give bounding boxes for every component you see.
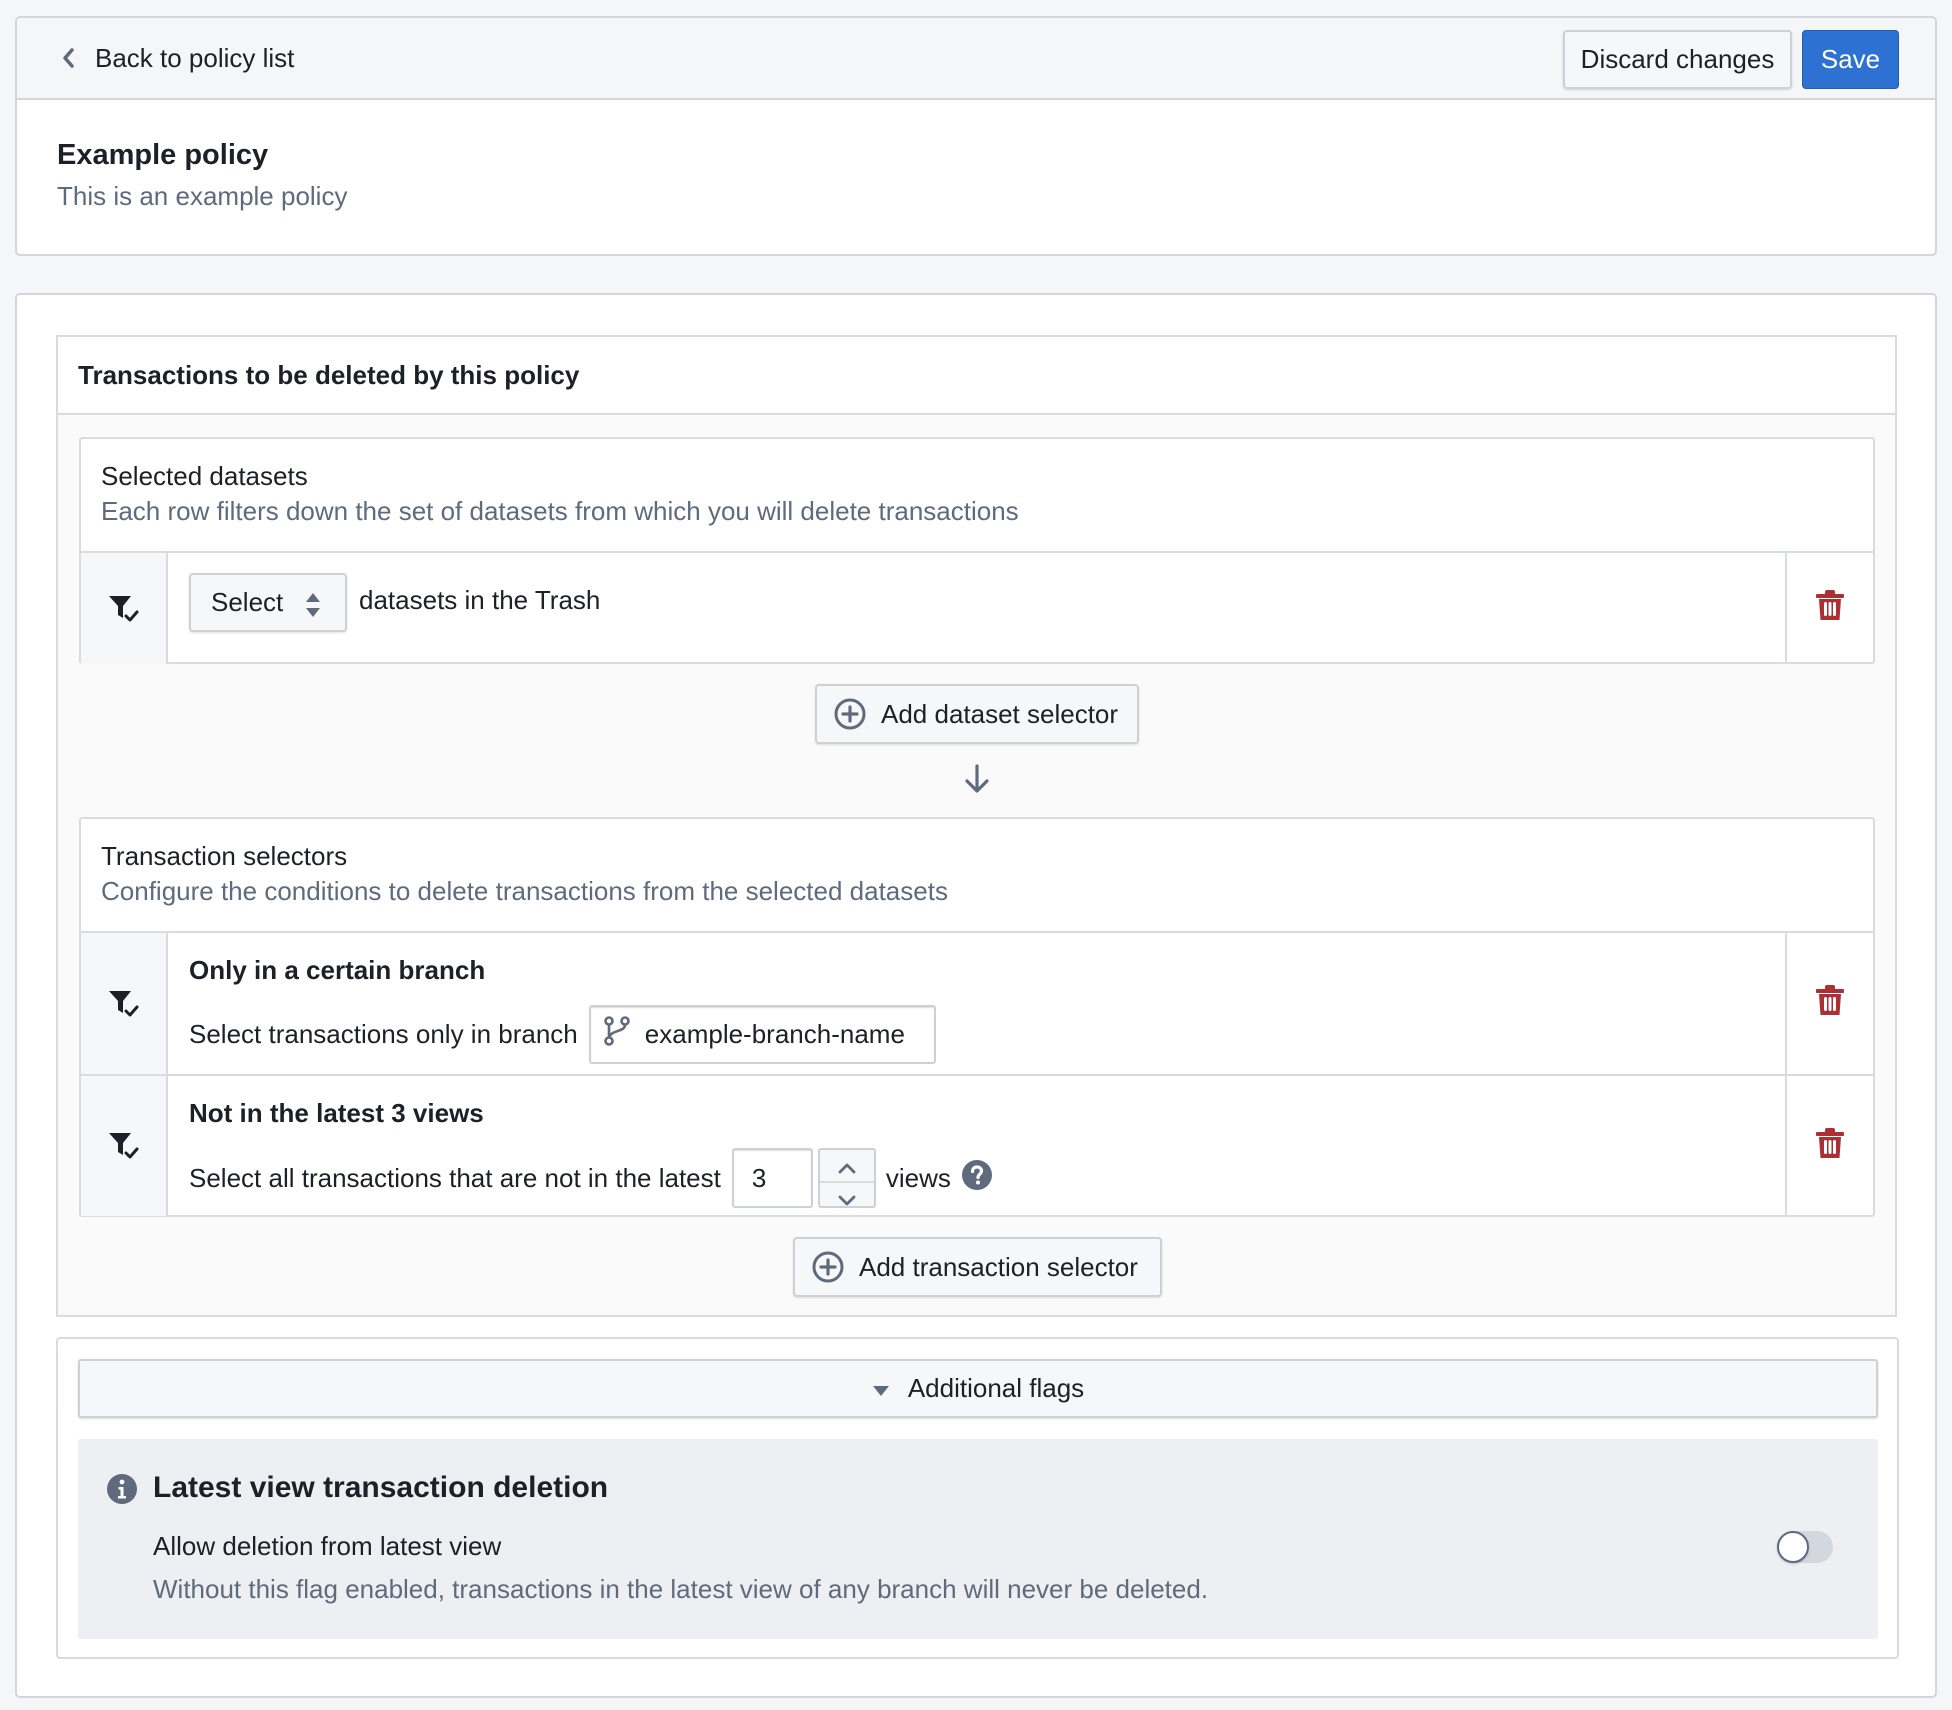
- views-selector-title: Not in the latest 3 views: [189, 1098, 484, 1128]
- transaction-selectors-description: Configure the conditions to delete trans…: [101, 876, 948, 906]
- delete-views-selector-button[interactable]: [1785, 1076, 1873, 1216]
- dataset-filter-select-value: Select: [211, 587, 284, 617]
- filter-check-icon: [81, 1076, 168, 1216]
- git-branch-icon: [603, 1015, 631, 1054]
- latest-view-flag-panel: Latest view transaction deletion Allow d…: [78, 1439, 1878, 1639]
- plus-circle-icon: [833, 697, 867, 731]
- dataset-filter-select[interactable]: Select: [189, 573, 347, 632]
- back-link-label: Back to policy list: [95, 42, 295, 73]
- transactions-section-header: Transactions to be deleted by this polic…: [58, 337, 1895, 415]
- branch-selector-row: Only in a certain branch Select transact…: [81, 931, 1873, 1074]
- flag-description: Without this flag enabled, transactions …: [153, 1574, 1209, 1604]
- additional-flags-toggle[interactable]: Additional flags: [78, 1359, 1878, 1418]
- trash-icon: [1815, 589, 1845, 628]
- delete-branch-selector-button[interactable]: [1785, 933, 1873, 1074]
- switch-knob: [1777, 1531, 1809, 1563]
- increment-button[interactable]: [819, 1150, 874, 1183]
- views-selector-suffix: views: [885, 1162, 951, 1193]
- views-count-input[interactable]: 3: [731, 1148, 813, 1208]
- arrow-down-icon: [962, 762, 992, 803]
- dataset-selector-body: Select datasets in the Trash: [189, 553, 1763, 664]
- views-selector-line: Select all transactions that are not in …: [189, 1148, 993, 1208]
- branch-selector-line: Select transactions only in branch examp…: [189, 1005, 936, 1064]
- branch-name-input[interactable]: example-branch-name: [588, 1005, 936, 1064]
- transaction-selectors-box: Transaction selectors Configure the cond…: [79, 817, 1875, 1217]
- add-dataset-selector-button[interactable]: Add dataset selector: [815, 684, 1139, 744]
- back-to-policy-list-link[interactable]: Back to policy list: [53, 38, 294, 78]
- branch-name-value: example-branch-name: [644, 1019, 905, 1049]
- trash-icon: [1815, 1127, 1845, 1166]
- views-count-stepper: [817, 1148, 876, 1208]
- double-caret-icon: [305, 592, 321, 625]
- flag-label: Allow deletion from latest view: [153, 1531, 502, 1561]
- header-toolbar: Back to policy list Discard changes Save: [17, 18, 1935, 100]
- branch-selector-title: Only in a certain branch: [189, 955, 486, 985]
- dataset-selector-row: Select datasets in the Trash: [81, 551, 1873, 664]
- chevron-up-icon: [838, 1150, 856, 1181]
- plus-circle-icon: [811, 1250, 845, 1284]
- views-selector-prefix: Select all transactions that are not in …: [189, 1162, 721, 1193]
- caret-down-icon: [872, 1373, 890, 1404]
- add-transaction-selector-label: Add transaction selector: [859, 1251, 1138, 1282]
- views-selector-body: Not in the latest 3 views Select all tra…: [189, 1076, 1763, 1216]
- allow-latest-view-deletion-switch[interactable]: [1777, 1531, 1833, 1563]
- policy-editor-card: Transactions to be deleted by this polic…: [15, 293, 1937, 1698]
- selected-datasets-title: Selected datasets: [101, 461, 308, 491]
- branch-selector-body: Only in a certain branch Select transact…: [189, 933, 1763, 1074]
- policy-description: This is an example policy: [57, 181, 348, 211]
- branch-selector-prefix: Select transactions only in branch: [189, 1019, 578, 1049]
- add-dataset-selector-label: Add dataset selector: [881, 698, 1119, 729]
- policy-header-card: Back to policy list Discard changes Save…: [15, 16, 1937, 256]
- filter-check-icon: [81, 933, 168, 1074]
- filter-check-icon: [81, 553, 168, 664]
- transaction-selectors-title: Transaction selectors: [101, 841, 348, 871]
- additional-flags-section: Additional flags Latest view transaction…: [56, 1337, 1899, 1659]
- info-icon: [106, 1473, 138, 1512]
- selected-datasets-box: Selected datasets Each row filters down …: [79, 437, 1875, 664]
- flag-title: Latest view transaction deletion: [153, 1471, 609, 1504]
- delete-dataset-selector-button[interactable]: [1785, 553, 1873, 664]
- discard-changes-button[interactable]: Discard changes: [1563, 30, 1792, 89]
- transactions-section-title: Transactions to be deleted by this polic…: [78, 360, 580, 390]
- help-icon[interactable]: [961, 1159, 993, 1198]
- chevron-left-icon: [53, 43, 83, 73]
- views-selector-row: Not in the latest 3 views Select all tra…: [81, 1074, 1873, 1216]
- transactions-section: Transactions to be deleted by this polic…: [56, 335, 1897, 1317]
- add-transaction-selector-button[interactable]: Add transaction selector: [793, 1237, 1162, 1297]
- dataset-filter-suffix: datasets in the Trash: [359, 585, 601, 615]
- save-button[interactable]: Save: [1802, 30, 1899, 89]
- additional-flags-label: Additional flags: [907, 1373, 1085, 1403]
- trash-icon: [1815, 984, 1845, 1023]
- selected-datasets-description: Each row filters down the set of dataset…: [101, 496, 1019, 526]
- decrement-button[interactable]: [820, 1183, 874, 1214]
- chevron-down-icon: [838, 1183, 856, 1214]
- policy-title: Example policy: [57, 139, 269, 171]
